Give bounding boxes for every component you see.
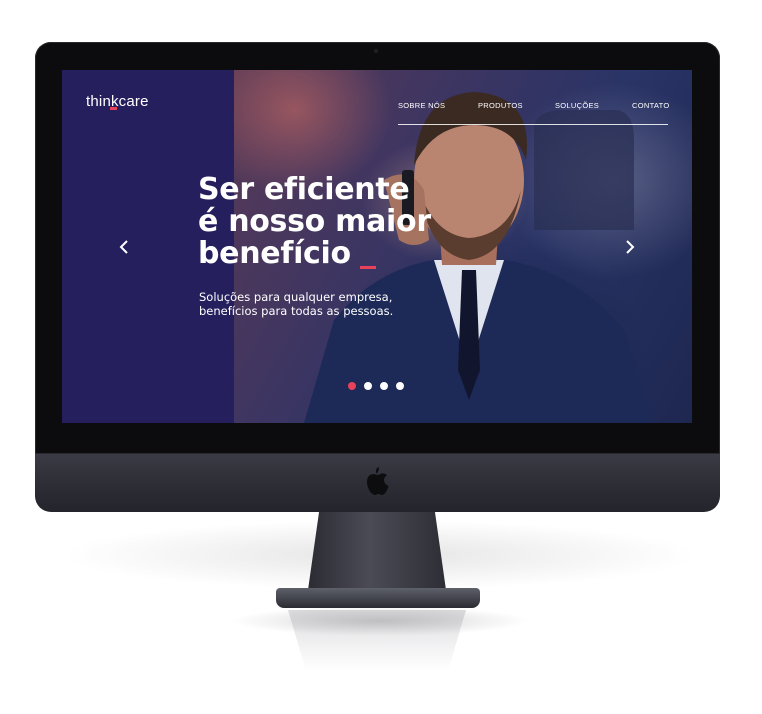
website-screen: thinkcare SOBRE NÓS PRODUTOS SOLUÇÕES CO… xyxy=(62,70,692,423)
hero-subtitle: Soluções para qualquer empresa, benefíci… xyxy=(199,290,393,318)
apple-logo-icon xyxy=(367,467,389,495)
chevron-left-icon[interactable] xyxy=(116,238,132,256)
headline-line: Ser eficiente xyxy=(198,172,410,207)
nav-item-solucoes[interactable]: SOLUÇÕES xyxy=(555,101,599,110)
subtitle-line: benefícios para todas as pessoas. xyxy=(199,304,394,318)
nav-item-contato[interactable]: CONTATO xyxy=(632,101,670,110)
carousel-dot-3[interactable] xyxy=(380,382,388,390)
chevron-right-icon[interactable] xyxy=(622,238,638,256)
carousel-dot-4[interactable] xyxy=(396,382,404,390)
monitor-stand-base xyxy=(276,588,480,608)
main-nav: SOBRE NÓS PRODUTOS SOLUÇÕES CONTATO xyxy=(398,94,670,125)
headline-accent-underscore xyxy=(360,266,376,269)
monitor-stand xyxy=(308,512,446,590)
logo-accent-mark xyxy=(110,107,117,110)
camera-dot xyxy=(374,49,378,53)
stand-reflection xyxy=(288,610,466,670)
nav-item-produtos[interactable]: PRODUTOS xyxy=(478,101,523,110)
carousel-dots xyxy=(348,382,408,392)
headline-line: é nosso maior xyxy=(198,204,431,239)
headline-line: benefício xyxy=(198,236,351,271)
carousel-dot-2[interactable] xyxy=(364,382,372,390)
brand-logo[interactable]: thinkcare xyxy=(86,93,149,110)
carousel-dot-1[interactable] xyxy=(348,382,356,390)
nav-item-sobre-nos[interactable]: SOBRE NÓS xyxy=(398,101,445,110)
hero-headline: Ser eficiente é nosso maior benefício xyxy=(198,174,431,270)
subtitle-line: Soluções para qualquer empresa, xyxy=(199,290,393,304)
imac-mockup: thinkcare SOBRE NÓS PRODUTOS SOLUÇÕES CO… xyxy=(0,0,762,714)
